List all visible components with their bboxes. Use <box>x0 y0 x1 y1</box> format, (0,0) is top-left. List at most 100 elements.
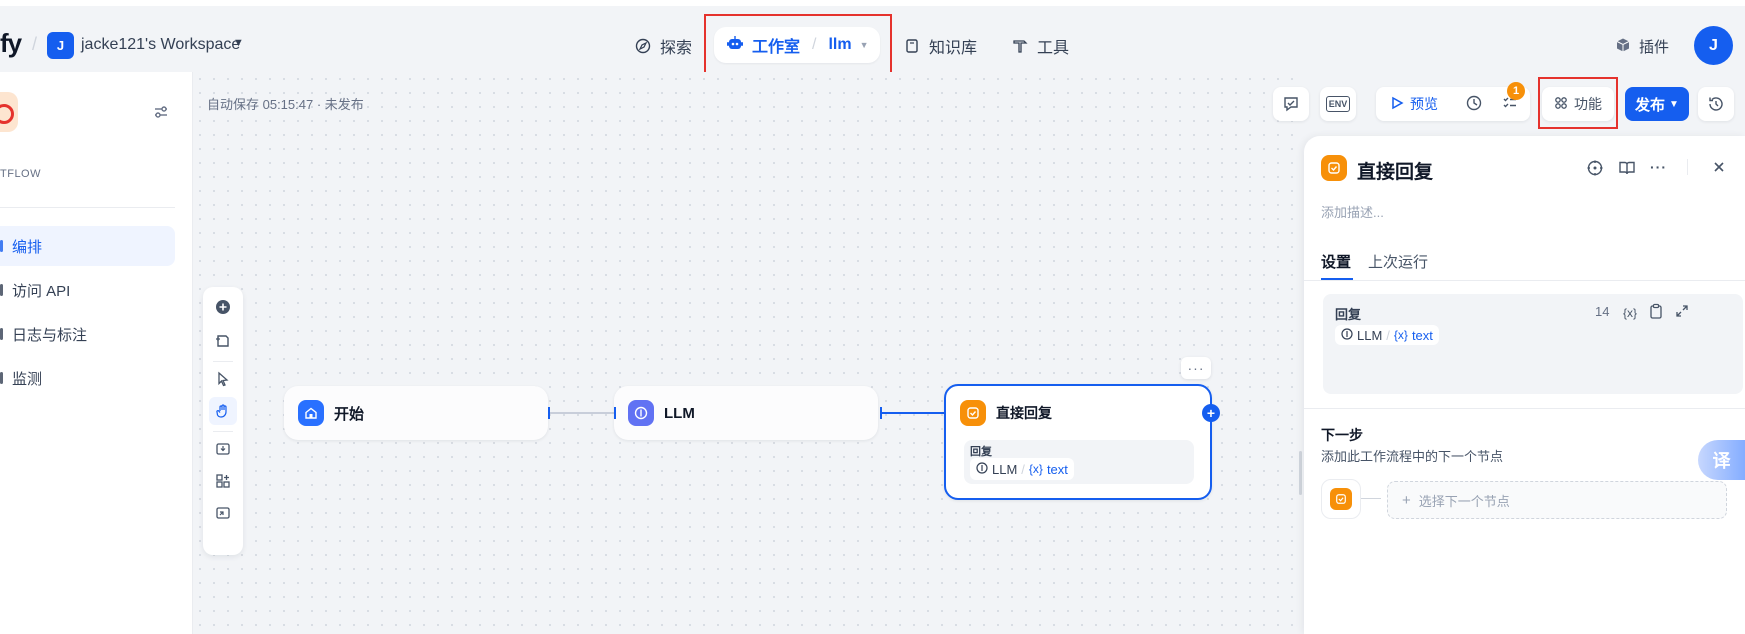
organize-nodes-icon[interactable] <box>209 467 237 495</box>
highlight-box-features <box>1538 77 1618 129</box>
node-more-button[interactable]: ··· <box>1181 357 1211 379</box>
nav-plugins[interactable]: 插件 <box>1615 36 1669 57</box>
tab-last-run[interactable]: 上次运行 <box>1368 251 1428 272</box>
top-navbar: fy / J jacke121's Workspace ▼ 探索 工作室 / l… <box>0 0 1745 76</box>
minimap-icon[interactable] <box>209 499 237 527</box>
cube-icon <box>1615 37 1631 57</box>
sidebar-item-label: 日志与标注 <box>12 326 88 344</box>
nav-knowledge[interactable]: 知识库 <box>903 34 977 58</box>
add-next-node-handle[interactable]: + <box>1202 404 1220 422</box>
run-node-icon[interactable] <box>1586 159 1604 180</box>
next-step-description: 添加此工作流程中的下一个节点 <box>1321 449 1504 464</box>
env-label: ENV <box>1325 96 1351 112</box>
variable-source: LLM <box>1357 327 1383 343</box>
node-header: 直接回复 <box>960 400 1052 426</box>
current-node-icon <box>1321 479 1361 519</box>
connector-line <box>1361 498 1381 499</box>
nav-plugins-label: 插件 <box>1639 39 1670 56</box>
nav-tools[interactable]: 工具 <box>1011 34 1069 58</box>
sidebar-item-api[interactable]: 访问 API <box>0 270 175 310</box>
clipboard-icon[interactable] <box>1649 303 1663 322</box>
compass-icon <box>634 37 652 55</box>
sidebar-item-logs[interactable]: 日志与标注 <box>0 314 175 354</box>
hammer-icon <box>1011 37 1029 55</box>
edge-llm-answer <box>880 412 946 414</box>
workspace-switcher[interactable]: jacke121's Workspace <box>81 36 240 54</box>
nav-tools-label: 工具 <box>1037 40 1070 57</box>
translate-button[interactable]: 译 <box>1698 440 1745 480</box>
tab-settings[interactable]: 设置 <box>1321 251 1351 272</box>
add-note-button[interactable] <box>209 327 237 355</box>
preview-button[interactable]: 预览 <box>1410 94 1438 114</box>
node-reply-preview: 回复 LLM / {x} text <box>964 440 1194 484</box>
panel-actions: ··· <box>1586 159 1688 180</box>
env-button[interactable]: ENV <box>1320 87 1356 121</box>
sidebar-item-monitor[interactable]: 监测 <box>0 358 175 398</box>
workflow-canvas[interactable] <box>193 72 1303 634</box>
nav-knowledge-label: 知识库 <box>929 40 978 57</box>
divider <box>213 361 233 362</box>
panel-title[interactable]: 直接回复 <box>1357 157 1433 184</box>
sidebar-item-label: 监测 <box>12 370 43 388</box>
sidebar-item-orchestrate[interactable]: 编排 <box>0 226 175 266</box>
variable-name: text <box>1411 327 1433 343</box>
notification-badge: 1 <box>1507 82 1525 100</box>
node-llm[interactable]: LLM <box>614 386 878 440</box>
llm-icon <box>1341 327 1353 343</box>
home-icon <box>298 400 324 426</box>
node-input-handle[interactable] <box>614 407 616 419</box>
node-header: 开始 <box>298 400 364 426</box>
chevron-down-icon[interactable]: ▼ <box>233 37 244 49</box>
app-icon[interactable] <box>0 92 18 132</box>
publish-button[interactable]: 发布 ▼ <box>1625 87 1689 121</box>
divider <box>1304 280 1745 281</box>
export-image-icon[interactable] <box>209 435 237 463</box>
node-answer[interactable]: 直接回复 回复 LLM / {x} text <box>944 384 1212 500</box>
node-settings-panel: 直接回复 ··· 添加描述... 设置 上次运行 回复 14 {x} LLM /… <box>1304 136 1745 634</box>
variable-pill[interactable]: LLM / {x} text <box>1335 325 1439 345</box>
variable-pill: LLM / {x} text <box>970 458 1074 480</box>
nav-explore[interactable]: 探索 <box>634 34 692 58</box>
brand-logo[interactable]: fy <box>0 28 22 59</box>
panel-resize-handle[interactable] <box>1299 451 1302 495</box>
add-node-button[interactable] <box>209 293 237 321</box>
insert-variable-button[interactable]: {x} <box>1623 306 1637 320</box>
variable-source: LLM <box>992 461 1018 477</box>
version-history-icon[interactable] <box>1698 87 1734 121</box>
checklist-icon[interactable] <box>1273 87 1309 121</box>
hand-tool-button[interactable] <box>209 397 237 425</box>
node-answer-title: 直接回复 <box>996 405 1052 421</box>
close-icon[interactable] <box>1711 159 1727 178</box>
node-start-title: 开始 <box>334 405 365 423</box>
pointer-tool-button[interactable] <box>209 365 237 393</box>
publish-label: 发布 <box>1635 96 1666 114</box>
user-avatar[interactable]: J <box>1694 26 1733 65</box>
more-icon[interactable]: ··· <box>1650 159 1667 180</box>
book-open-icon[interactable] <box>1618 159 1636 180</box>
app-type-label: TFLOW <box>0 168 41 180</box>
node-llm-title: LLM <box>664 404 695 422</box>
select-next-node-button[interactable]: + 选择下一个节点 <box>1387 481 1727 519</box>
llm-icon <box>976 461 988 477</box>
history-run-icon[interactable] <box>1466 95 1482 114</box>
separator: / <box>1021 461 1025 477</box>
node-start[interactable]: 开始 <box>284 386 550 440</box>
workspace-avatar[interactable]: J <box>47 32 74 59</box>
char-count: 14 <box>1595 304 1610 319</box>
node-output-handle[interactable] <box>880 407 882 419</box>
divider <box>1687 159 1688 175</box>
sliders-icon[interactable] <box>152 103 170 121</box>
divider <box>0 207 175 208</box>
sidebar-item-label: 编排 <box>12 238 43 256</box>
chevron-down-icon: ▼ <box>1669 98 1679 110</box>
reply-editor[interactable]: 回复 14 {x} LLM / {x} text <box>1323 294 1743 394</box>
edge-start-llm <box>550 412 614 414</box>
play-icon <box>1390 96 1404 113</box>
editor-tools: {x} <box>1623 303 1689 322</box>
nav-explore-label: 探索 <box>660 40 693 57</box>
expand-icon[interactable] <box>1675 304 1689 321</box>
divider <box>1304 408 1745 409</box>
book-icon <box>903 37 921 55</box>
breadcrumb-separator: / <box>32 34 38 54</box>
description-input[interactable]: 添加描述... <box>1321 202 1384 221</box>
